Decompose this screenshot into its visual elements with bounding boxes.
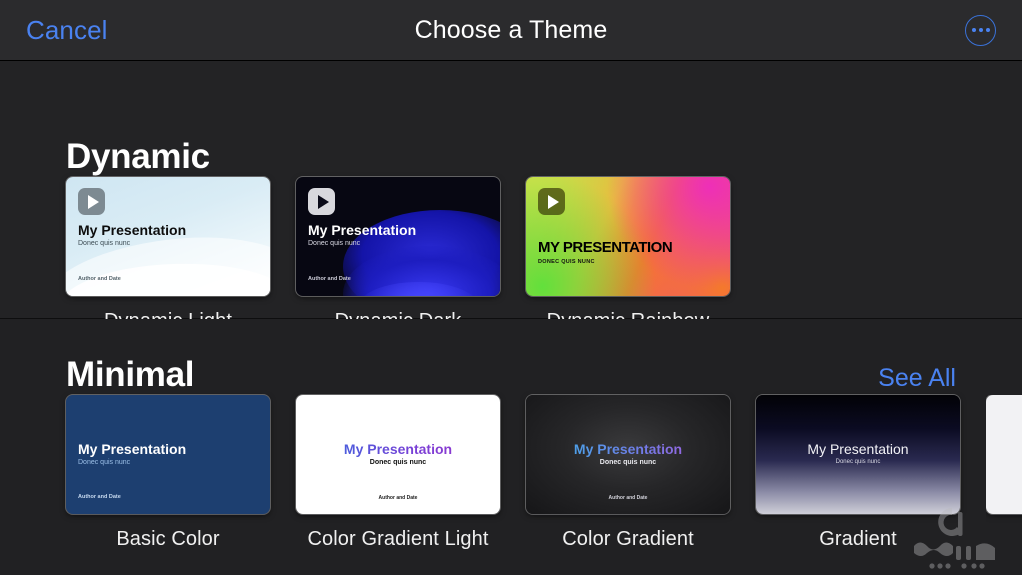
slide-footer: Author and Date bbox=[78, 276, 121, 282]
theme-thumbnail-dynamic-dark[interactable]: My Presentation Donec quis nunc Author a… bbox=[296, 177, 500, 296]
slide-subtitle: Donec quis nunc bbox=[296, 459, 500, 466]
page-title: Choose a Theme bbox=[0, 16, 1022, 45]
theme-thumbnail-dynamic-light[interactable]: My Presentation Donec quis nunc Author a… bbox=[66, 177, 270, 296]
play-icon bbox=[538, 188, 565, 215]
slide-subtitle: Donec quis nunc bbox=[78, 459, 130, 466]
slide-subtitle: Donec quis nunc bbox=[78, 240, 130, 247]
section-title-minimal: Minimal bbox=[66, 355, 194, 395]
navigation-bar: Cancel Choose a Theme bbox=[0, 0, 1022, 61]
section-dynamic: Dynamic My Presentation Donec quis nunc … bbox=[0, 61, 1022, 318]
theme-label: Gradient bbox=[756, 528, 960, 551]
slide-subtitle: Donec quis nunc bbox=[526, 459, 730, 466]
theme-thumbnail-color-gradient[interactable]: My Presentation Donec quis nunc Author a… bbox=[526, 395, 730, 514]
theme-thumbnail-basic-color[interactable]: My Presentation Donec quis nunc Author a… bbox=[66, 395, 270, 514]
play-icon bbox=[308, 188, 335, 215]
slide-title: My Presentation bbox=[78, 222, 186, 238]
section-header-minimal: Minimal See All bbox=[0, 319, 1022, 395]
theme-thumbnail-partial[interactable] bbox=[986, 395, 1022, 514]
theme-item-dynamic-light[interactable]: My Presentation Donec quis nunc Author a… bbox=[66, 177, 270, 333]
see-all-button[interactable]: See All bbox=[878, 364, 956, 393]
theme-item-partial[interactable] bbox=[986, 395, 1022, 551]
play-icon bbox=[78, 188, 105, 215]
slide-title: My Presentation bbox=[526, 441, 730, 457]
slide-footer: Author and Date bbox=[296, 495, 500, 501]
slide-subtitle: DONEC QUIS NUNC bbox=[538, 259, 595, 265]
theme-item-color-gradient-light[interactable]: My Presentation Donec quis nunc Author a… bbox=[296, 395, 500, 551]
theme-item-gradient[interactable]: My Presentation Donec quis nunc Gradient bbox=[756, 395, 960, 551]
theme-label: Color Gradient Light bbox=[296, 528, 500, 551]
theme-item-dynamic-dark[interactable]: My Presentation Donec quis nunc Author a… bbox=[296, 177, 500, 333]
slide-title: My Presentation bbox=[78, 441, 186, 457]
theme-thumbnail-dynamic-rainbow[interactable]: MY PRESENTATION DONEC QUIS NUNC bbox=[526, 177, 730, 296]
section-title-dynamic: Dynamic bbox=[66, 137, 210, 177]
slide-footer: Author and Date bbox=[308, 276, 351, 282]
more-options-button[interactable] bbox=[965, 15, 996, 46]
theme-item-dynamic-rainbow[interactable]: MY PRESENTATION DONEC QUIS NUNC Dynamic … bbox=[526, 177, 730, 333]
theme-label: Basic Color bbox=[66, 528, 270, 551]
section-minimal: Minimal See All My Presentation Donec qu… bbox=[0, 319, 1022, 575]
theme-thumbnail-color-gradient-light[interactable]: My Presentation Donec quis nunc Author a… bbox=[296, 395, 500, 514]
slide-subtitle: Donec quis nunc bbox=[308, 240, 360, 247]
cancel-button[interactable]: Cancel bbox=[26, 15, 108, 46]
theme-label: Color Gradient bbox=[526, 528, 730, 551]
slide-title: My Presentation bbox=[308, 222, 416, 238]
slide-footer: Author and Date bbox=[78, 494, 121, 500]
theme-thumbnail-gradient[interactable]: My Presentation Donec quis nunc bbox=[756, 395, 960, 514]
slide-title: My Presentation bbox=[756, 441, 960, 457]
section-header-dynamic: Dynamic bbox=[0, 61, 1022, 177]
slide-title: MY PRESENTATION bbox=[538, 239, 672, 256]
theme-row-dynamic: My Presentation Donec quis nunc Author a… bbox=[0, 177, 1022, 333]
more-dot-3 bbox=[986, 28, 990, 32]
slide-footer: Author and Date bbox=[526, 495, 730, 501]
more-dot-2 bbox=[979, 28, 983, 32]
slide-title: My Presentation bbox=[296, 441, 500, 457]
slide-subtitle: Donec quis nunc bbox=[756, 459, 960, 465]
more-dot-1 bbox=[972, 28, 976, 32]
theme-row-minimal: My Presentation Donec quis nunc Author a… bbox=[0, 395, 1022, 551]
theme-item-color-gradient[interactable]: My Presentation Donec quis nunc Author a… bbox=[526, 395, 730, 551]
theme-item-basic-color[interactable]: My Presentation Donec quis nunc Author a… bbox=[66, 395, 270, 551]
